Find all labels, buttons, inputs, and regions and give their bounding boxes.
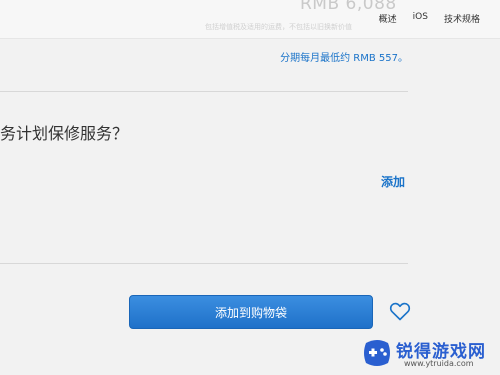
purchase-panel: 分期每月最低约 RMB 557。 务计划保修服务？ 添加 添加到购物袋: [0, 39, 500, 375]
heart-icon[interactable]: [388, 299, 412, 323]
watermark-url: www.ytruida.com: [404, 359, 474, 368]
applecare-question: 务计划保修服务？: [0, 124, 129, 143]
divider: [0, 91, 408, 92]
nav-ios[interactable]: iOS: [413, 12, 428, 25]
nav-overview[interactable]: 概述: [379, 12, 397, 25]
site-watermark: 锐得游戏网 www.ytruida.com: [360, 335, 496, 373]
price-note: 包括增值税及适用的运费，不包括以旧换新价值: [205, 23, 352, 31]
top-bar: RMB 6,088 包括增值税及适用的运费，不包括以旧换新价值 概述 iOS 技…: [0, 0, 500, 39]
add-applecare-link[interactable]: 添加: [381, 173, 405, 190]
gamepad-logo-icon: [364, 340, 390, 366]
nav-tech-specs[interactable]: 技术规格: [444, 12, 480, 25]
product-nav: 概述 iOS 技术规格: [379, 12, 480, 25]
installment-link[interactable]: 分期每月最低约 RMB 557。: [280, 49, 408, 64]
divider: [0, 263, 408, 264]
add-to-bag-button[interactable]: 添加到购物袋: [129, 295, 373, 329]
